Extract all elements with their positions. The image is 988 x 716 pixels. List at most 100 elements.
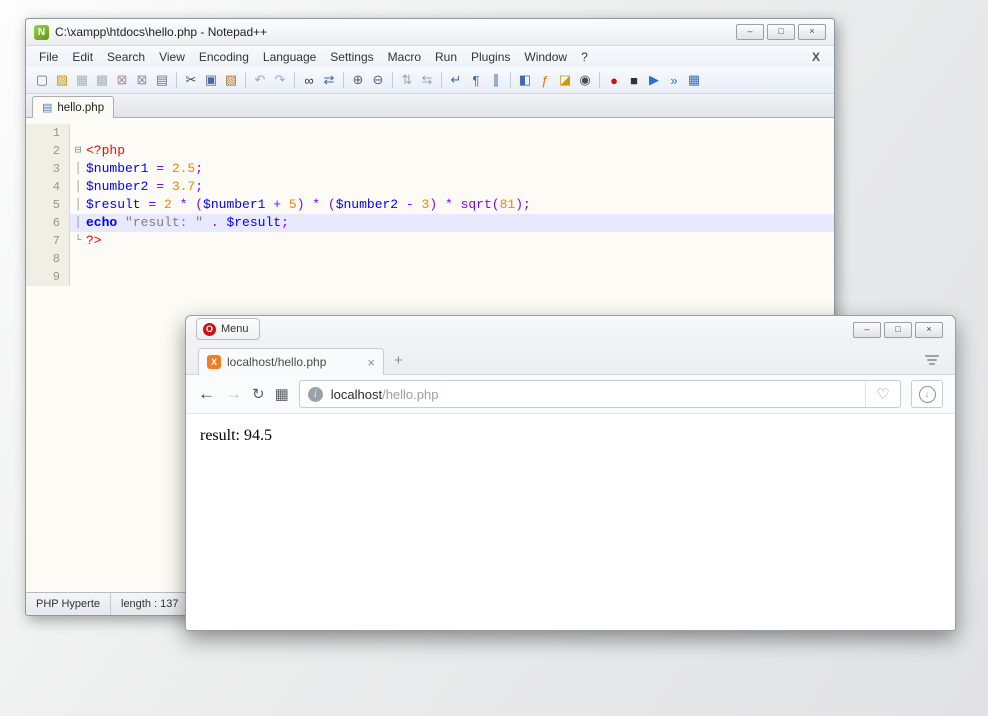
function-list-icon[interactable]: ƒ [536, 71, 554, 89]
zoom-in-icon[interactable]: ⊕ [349, 71, 367, 89]
back-icon[interactable]: ← [198, 384, 215, 404]
menu-item-plugins[interactable]: Plugins [464, 48, 517, 66]
menu-item-macro[interactable]: Macro [381, 48, 428, 66]
line-number: 3 [26, 160, 70, 178]
toolbar-separator [176, 72, 177, 88]
opera-window: O Menu – □ × X localhost/hello.php × + ←… [185, 315, 956, 631]
minimize-button[interactable]: – [736, 24, 764, 40]
toolbar-separator [245, 72, 246, 88]
save-all-icon[interactable]: ▩ [93, 71, 111, 89]
print-icon[interactable]: ▤ [153, 71, 171, 89]
code-line-3[interactable]: 3│$number1 = 2.5; [26, 160, 834, 178]
undo-icon[interactable]: ↶ [251, 71, 269, 89]
site-info-icon[interactable]: i [308, 387, 323, 402]
menu-item-settings[interactable]: Settings [323, 48, 380, 66]
address-bar[interactable]: i localhost/hello.php ♡ [299, 380, 901, 408]
code-text: $number1 = 2.5; [86, 160, 203, 178]
document-tab-label: hello.php [57, 102, 104, 114]
copy-icon[interactable]: ▣ [202, 71, 220, 89]
macro-play-icon[interactable]: ▶ [645, 71, 663, 89]
speed-dial-icon[interactable]: ▦ [275, 385, 289, 403]
opera-close-button[interactable]: × [915, 322, 943, 338]
notepad-menubar: FileEditSearchViewEncodingLanguageSettin… [26, 46, 834, 67]
menu-item-edit[interactable]: Edit [65, 48, 100, 66]
menu-item-window[interactable]: Window [517, 48, 574, 66]
url-text: localhost/hello.php [331, 387, 439, 402]
tab-menu-icon[interactable] [925, 355, 939, 365]
menu-item-language[interactable]: Language [256, 48, 323, 66]
code-line-9[interactable]: 9 [26, 268, 834, 286]
replace-icon[interactable]: ⇄ [320, 71, 338, 89]
macro-save-icon[interactable]: ▦ [685, 71, 703, 89]
code-line-8[interactable]: 8 [26, 250, 834, 268]
download-button[interactable]: ↓ [911, 380, 943, 408]
opera-menu-button[interactable]: O Menu [196, 318, 260, 340]
folder-as-workspace-icon[interactable]: ◪ [556, 71, 574, 89]
bookmark-heart-icon[interactable]: ♡ [865, 381, 900, 407]
open-file-icon[interactable]: ▨ [53, 71, 71, 89]
code-line-7[interactable]: 7└?> [26, 232, 834, 250]
tab-close-icon[interactable]: × [367, 355, 375, 370]
opera-window-controls: – □ × [853, 322, 943, 338]
code-text: echo "result: " . $result; [86, 214, 289, 232]
menubar-close-document-button[interactable]: X [812, 50, 828, 64]
code-line-4[interactable]: 4│$number2 = 3.7; [26, 178, 834, 196]
macro-record-icon[interactable]: ● [605, 71, 623, 89]
notepad-menu-items: FileEditSearchViewEncodingLanguageSettin… [32, 48, 595, 66]
notepad-titlebar[interactable]: N C:\xampp\htdocs\hello.php - Notepad++ … [26, 19, 834, 46]
browser-tab[interactable]: X localhost/hello.php × [198, 348, 384, 375]
download-icon: ↓ [919, 386, 936, 403]
fold-line-icon: │ [70, 214, 86, 232]
document-tab-hello-php[interactable]: ▤ hello.php [32, 96, 114, 118]
code-line-6[interactable]: 6│echo "result: " . $result; [26, 214, 834, 232]
macro-stop-icon[interactable]: ■ [625, 71, 643, 89]
opera-maximize-button[interactable]: □ [884, 322, 912, 338]
opera-toolbar: ← → ↻ ▦ i localhost/hello.php ♡ ↓ [186, 375, 955, 414]
close-icon[interactable]: ⊠ [113, 71, 131, 89]
macro-run-multiple-icon[interactable]: » [665, 71, 683, 89]
maximize-button[interactable]: □ [767, 24, 795, 40]
opera-menu-label: Menu [221, 323, 249, 335]
close-all-icon[interactable]: ⊠ [133, 71, 151, 89]
new-file-icon[interactable]: ▢ [33, 71, 51, 89]
show-all-characters-icon[interactable]: ¶ [467, 71, 485, 89]
save-icon[interactable]: ▦ [73, 71, 91, 89]
fold-open-icon[interactable]: ⊟ [70, 142, 86, 160]
opera-titlebar[interactable]: O Menu – □ × [186, 316, 955, 343]
notepad-tabbar: ▤ hello.php [26, 94, 834, 118]
menu-item-search[interactable]: Search [100, 48, 152, 66]
code-line-2[interactable]: 2⊟<?php [26, 142, 834, 160]
redo-icon[interactable]: ↷ [271, 71, 289, 89]
new-tab-button[interactable]: + [394, 354, 403, 368]
indent-guide-icon[interactable]: ∥ [487, 71, 505, 89]
menu-item-help[interactable]: ? [574, 48, 595, 66]
line-number: 5 [26, 196, 70, 214]
zoom-out-icon[interactable]: ⊖ [369, 71, 387, 89]
xampp-favicon-icon: X [207, 355, 221, 369]
opera-logo-icon: O [203, 323, 216, 336]
cut-icon[interactable]: ✂ [182, 71, 200, 89]
code-line-1[interactable]: 1 [26, 124, 834, 142]
paste-icon[interactable]: ▧ [222, 71, 240, 89]
opera-minimize-button[interactable]: – [853, 322, 881, 338]
sync-horizontal-icon[interactable]: ⇆ [418, 71, 436, 89]
code-text: <?php [86, 142, 125, 160]
monitoring-icon[interactable]: ◉ [576, 71, 594, 89]
code-line-5[interactable]: 5│$result = 2 * ($number1 + 5) * ($numbe… [26, 196, 834, 214]
find-icon[interactable]: ∞ [300, 71, 318, 89]
document-map-icon[interactable]: ◧ [516, 71, 534, 89]
menu-item-encoding[interactable]: Encoding [192, 48, 256, 66]
menu-item-view[interactable]: View [152, 48, 192, 66]
menu-item-run[interactable]: Run [428, 48, 464, 66]
opera-tabstrip: X localhost/hello.php × + [186, 343, 955, 375]
close-button[interactable]: × [798, 24, 826, 40]
reload-icon[interactable]: ↻ [252, 385, 265, 403]
menu-item-file[interactable]: File [32, 48, 65, 66]
line-number: 7 [26, 232, 70, 250]
url-host: localhost [331, 387, 382, 402]
browser-page-content: result: 94.5 [186, 414, 955, 630]
sync-vertical-icon[interactable]: ⇅ [398, 71, 416, 89]
forward-icon[interactable]: → [225, 384, 242, 404]
word-wrap-icon[interactable]: ↵ [447, 71, 465, 89]
line-number: 6 [26, 214, 70, 232]
